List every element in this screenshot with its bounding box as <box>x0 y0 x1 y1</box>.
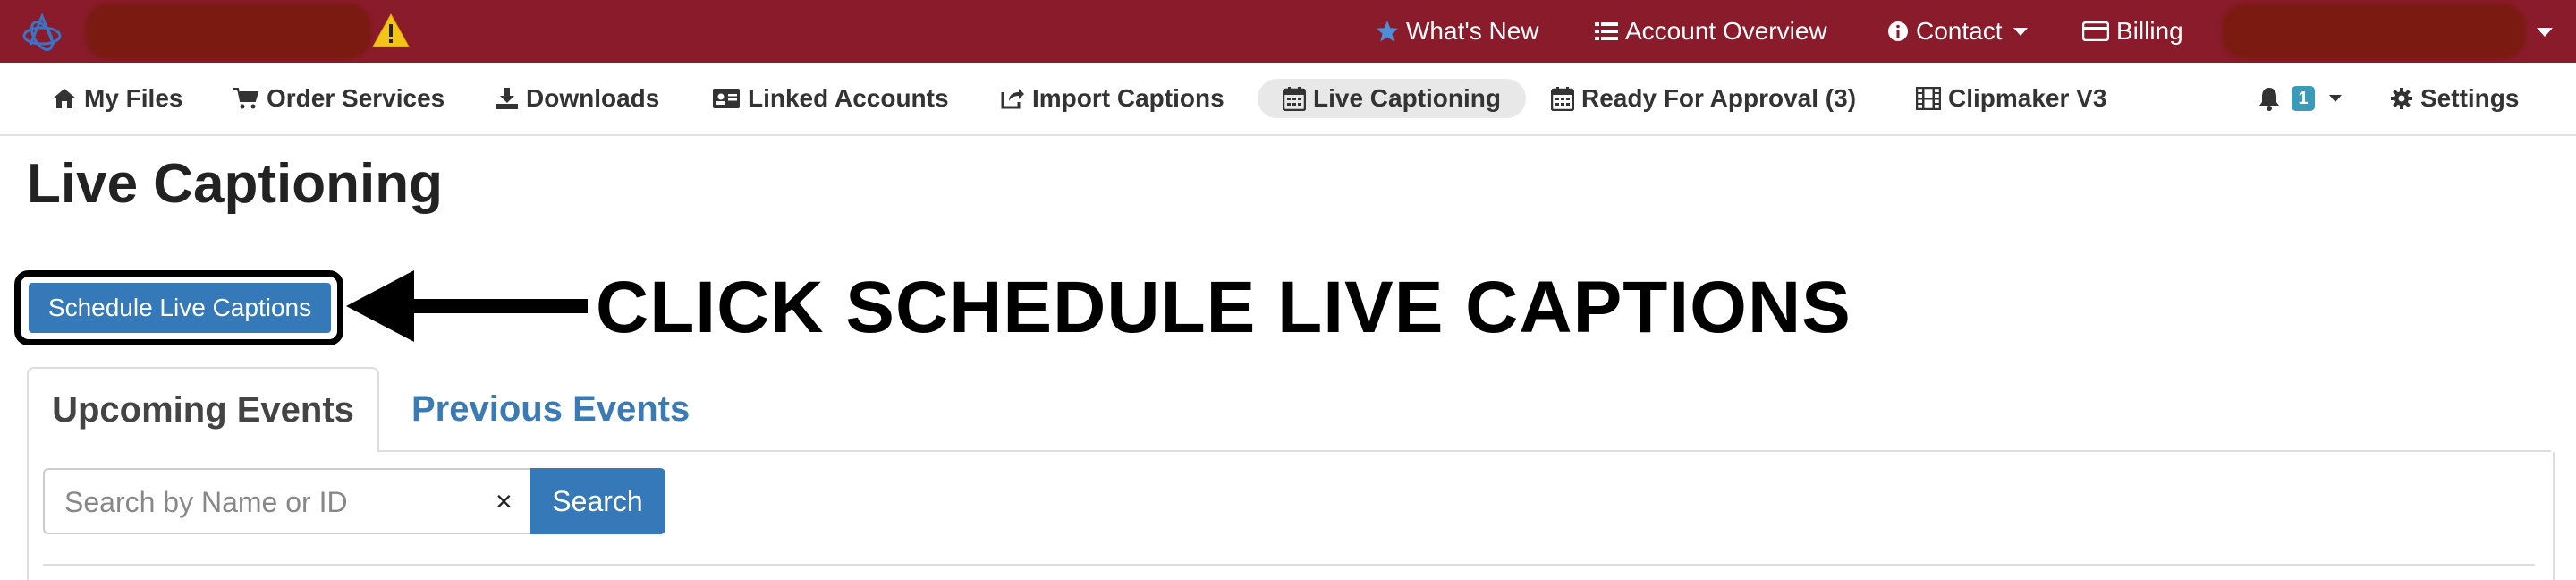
calendar-icon <box>1283 87 1306 111</box>
home-icon <box>53 89 76 108</box>
whats-new-link[interactable]: What's New <box>1376 0 1539 63</box>
list-icon <box>1595 21 1618 42</box>
whats-new-label: What's New <box>1406 17 1539 45</box>
chevron-down-icon[interactable] <box>2537 28 2553 37</box>
calendar-icon <box>1551 87 1574 111</box>
nav-order-services[interactable]: Order Services <box>233 79 445 118</box>
nav-ready-for-approval[interactable]: Ready For Approval (3) <box>1551 79 1856 118</box>
film-icon <box>1916 87 1941 110</box>
gear-icon <box>2391 88 2412 109</box>
redacted-account-name <box>85 4 371 59</box>
account-overview-label: Account Overview <box>1625 17 1827 45</box>
nav-downloads-label: Downloads <box>526 84 660 112</box>
top-bar: What's New Account Overview Contact Bill… <box>0 0 2576 63</box>
download-icon <box>496 88 518 109</box>
nav-my-files-label: My Files <box>84 84 183 112</box>
annotation-arrow-icon <box>346 270 588 342</box>
notifications-dropdown[interactable]: 1 <box>2258 79 2342 118</box>
nav-live-captioning-label: Live Captioning <box>1313 84 1501 112</box>
nav-linked-accounts-label: Linked Accounts <box>748 84 949 112</box>
nav-clipmaker-label: Clipmaker V3 <box>1948 84 2107 112</box>
bell-icon <box>2259 88 2279 111</box>
logo-icon[interactable] <box>18 9 66 54</box>
nav-clipmaker[interactable]: Clipmaker V3 <box>1916 79 2106 118</box>
nav-settings[interactable]: Settings <box>2390 79 2519 118</box>
nav-downloads[interactable]: Downloads <box>496 79 659 118</box>
tab-previous-events[interactable]: Previous Events <box>411 367 690 452</box>
chevron-down-icon <box>2012 27 2028 36</box>
star-icon <box>1376 20 1399 43</box>
search-input[interactable] <box>63 470 487 534</box>
search-field: × <box>43 468 530 534</box>
share-icon <box>1001 89 1024 109</box>
annotation-text: CLICK SCHEDULE LIVE CAPTIONS <box>596 267 1852 348</box>
redacted-user-menu[interactable] <box>2222 4 2526 59</box>
chevron-down-icon <box>2329 95 2342 102</box>
search-button[interactable]: Search <box>530 468 665 534</box>
nav-ready-for-approval-label: Ready For Approval (3) <box>1581 84 1857 112</box>
notification-count-badge: 1 <box>2292 86 2315 111</box>
schedule-live-captions-button[interactable]: Schedule Live Captions <box>29 283 331 333</box>
clear-search-icon[interactable]: × <box>496 486 513 516</box>
nav-my-files[interactable]: My Files <box>52 79 182 118</box>
warning-icon[interactable] <box>372 13 410 48</box>
credit-card-icon <box>2082 21 2109 41</box>
cart-icon <box>233 88 259 109</box>
main-nav: My Files Order Services Downloads Linked… <box>0 63 2576 136</box>
contact-dropdown[interactable]: Contact <box>1887 0 2028 63</box>
nav-import-captions[interactable]: Import Captions <box>1000 79 1224 118</box>
id-card-icon <box>713 89 740 108</box>
tab-upcoming-events[interactable]: Upcoming Events <box>27 367 379 452</box>
nav-settings-label: Settings <box>2420 84 2520 112</box>
nav-order-services-label: Order Services <box>267 84 445 112</box>
info-icon <box>1887 21 1909 42</box>
nav-import-captions-label: Import Captions <box>1032 84 1224 112</box>
billing-link[interactable]: Billing <box>2082 0 2183 63</box>
billing-label: Billing <box>2116 17 2183 45</box>
contact-label: Contact <box>1916 17 2003 45</box>
nav-linked-accounts[interactable]: Linked Accounts <box>712 79 949 118</box>
table-divider <box>43 564 2535 566</box>
page-title: Live Captioning <box>27 153 443 215</box>
account-overview-link[interactable]: Account Overview <box>1595 0 1827 63</box>
nav-live-captioning[interactable]: Live Captioning <box>1258 79 1526 118</box>
